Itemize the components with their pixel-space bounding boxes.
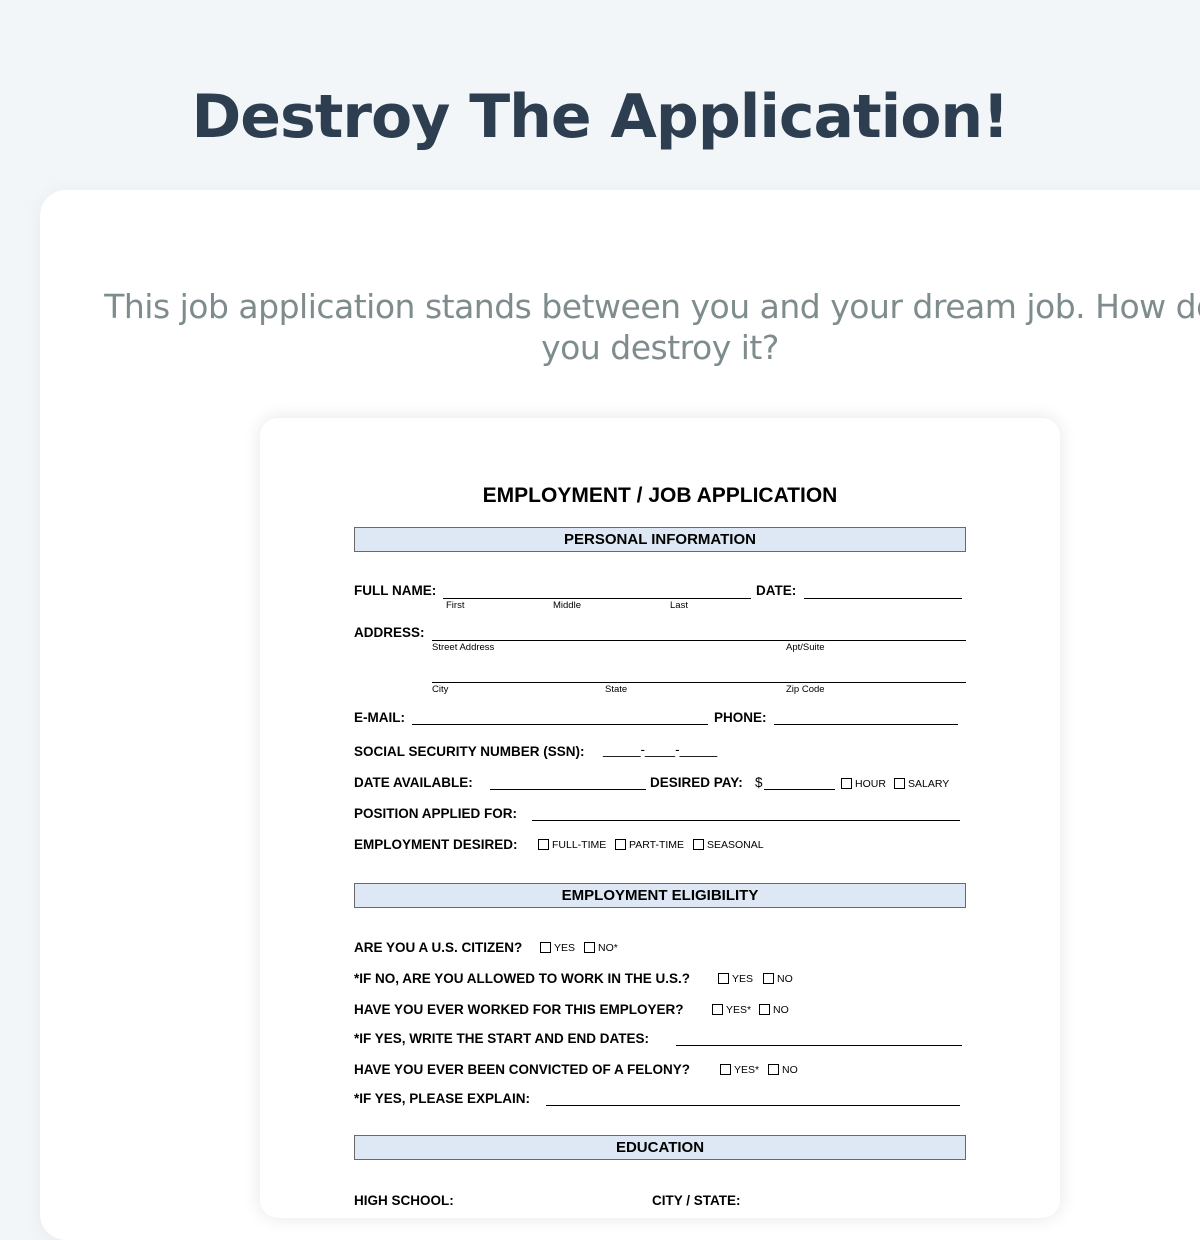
- citizen-yes-label: YES: [554, 942, 576, 954]
- date-label: DATE:: [756, 583, 797, 598]
- full-name-line[interactable]: [443, 598, 751, 599]
- part-time-label: PART-TIME: [629, 839, 685, 851]
- section-personal-information: PERSONAL INFORMATION: [354, 527, 966, 552]
- work-allowed-question: *IF NO, ARE YOU ALLOWED TO WORK IN THE U…: [354, 971, 691, 986]
- worked-before-question: HAVE YOU EVER WORKED FOR THIS EMPLOYER?: [354, 1002, 684, 1017]
- citizen-yes-checkbox[interactable]: [540, 942, 551, 953]
- job-application-document[interactable]: EMPLOYMENT / JOB APPLICATION PERSONAL IN…: [260, 418, 1060, 1218]
- address-label: ADDRESS:: [354, 625, 425, 640]
- position-line[interactable]: [532, 820, 960, 821]
- card-subtitle: This job application stands between you …: [104, 287, 1200, 367]
- ssn-label: SOCIAL SECURITY NUMBER (SSN):: [354, 744, 585, 759]
- full-time-checkbox[interactable]: [538, 839, 549, 850]
- seasonal-checkbox[interactable]: [693, 839, 704, 850]
- citizen-question: ARE YOU A U.S. CITIZEN?: [354, 940, 523, 955]
- first-caption: First: [446, 600, 465, 611]
- employment-desired-label: EMPLOYMENT DESIRED:: [354, 837, 518, 852]
- felony-no-checkbox[interactable]: [768, 1064, 779, 1075]
- phone-line[interactable]: [774, 724, 958, 725]
- application-title: EMPLOYMENT / JOB APPLICATION: [482, 484, 838, 507]
- section-education: EDUCATION: [354, 1135, 966, 1160]
- explain-line[interactable]: [546, 1105, 960, 1106]
- email-line[interactable]: [412, 724, 708, 725]
- apt-caption: Apt/Suite: [786, 642, 825, 653]
- work-allowed-no-checkbox[interactable]: [763, 973, 774, 984]
- worked-before-yes-checkbox[interactable]: [712, 1004, 723, 1015]
- start-end-dates-label: *IF YES, WRITE THE START AND END DATES:: [354, 1031, 650, 1046]
- work-allowed-yes-checkbox[interactable]: [718, 973, 729, 984]
- ssn-blank[interactable]: _____-____-_____: [603, 742, 717, 757]
- state-caption: State: [605, 684, 628, 695]
- worked-before-yes-label: YES*: [726, 1004, 752, 1016]
- work-allowed-no-label: NO: [777, 973, 793, 985]
- part-time-checkbox[interactable]: [615, 839, 626, 850]
- worked-before-no-label: NO: [773, 1004, 789, 1016]
- hour-checkbox[interactable]: [841, 778, 852, 789]
- seasonal-label: SEASONAL: [707, 839, 764, 851]
- start-end-dates-line[interactable]: [676, 1045, 962, 1046]
- date-available-label: DATE AVAILABLE:: [354, 775, 473, 790]
- felony-question: HAVE YOU EVER BEEN CONVICTED OF A FELONY…: [354, 1062, 691, 1077]
- explain-label: *IF YES, PLEASE EXPLAIN:: [354, 1091, 531, 1106]
- felony-yes-label: YES*: [734, 1064, 760, 1076]
- work-allowed-yes-label: YES: [732, 973, 754, 985]
- desired-pay-line[interactable]: [764, 789, 835, 790]
- full-name-label: FULL NAME:: [354, 583, 437, 598]
- street-caption: Street Address: [432, 642, 495, 653]
- date-line[interactable]: [804, 598, 962, 599]
- full-time-label: FULL-TIME: [552, 839, 607, 851]
- citizen-no-label: NO*: [598, 942, 618, 954]
- high-school-label: HIGH SCHOOL:: [354, 1193, 454, 1208]
- salary-label: SALARY: [908, 778, 950, 790]
- desired-pay-label: DESIRED PAY:: [650, 775, 743, 790]
- address-line-1[interactable]: [432, 640, 966, 641]
- worked-before-no-checkbox[interactable]: [759, 1004, 770, 1015]
- section-employment-eligibility: EMPLOYMENT ELIGIBILITY: [354, 883, 966, 908]
- page-title: Destroy The Application!: [191, 82, 1010, 152]
- position-label: POSITION APPLIED FOR:: [354, 806, 518, 821]
- felony-yes-checkbox[interactable]: [720, 1064, 731, 1075]
- email-label: E-MAIL:: [354, 710, 405, 725]
- date-available-line[interactable]: [490, 789, 646, 790]
- city-caption: City: [432, 684, 449, 695]
- phone-label: PHONE:: [714, 710, 767, 725]
- hour-label: HOUR: [855, 778, 886, 790]
- citizen-no-checkbox[interactable]: [584, 942, 595, 953]
- last-caption: Last: [670, 600, 688, 611]
- pay-prefix: $: [755, 775, 763, 790]
- city-state-label: CITY / STATE:: [652, 1193, 741, 1208]
- address-line-2[interactable]: [432, 682, 966, 683]
- middle-caption: Middle: [553, 600, 581, 611]
- felony-no-label: NO: [782, 1064, 798, 1076]
- zip-caption: Zip Code: [786, 684, 825, 695]
- salary-checkbox[interactable]: [894, 778, 905, 789]
